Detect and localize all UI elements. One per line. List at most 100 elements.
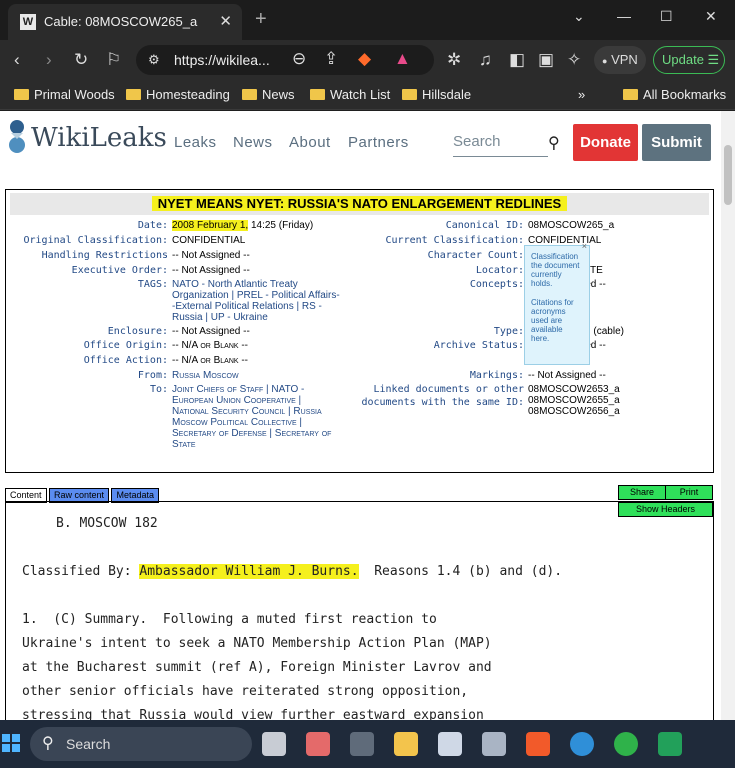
- bookmark-homesteading[interactable]: Homesteading: [126, 87, 230, 102]
- bookmark-label: Watch List: [330, 87, 391, 102]
- to-label: To:: [149, 384, 168, 395]
- scroll-thumb[interactable]: [724, 145, 732, 205]
- maximize-icon[interactable]: ☐: [660, 8, 673, 25]
- back-icon[interactable]: ‹: [14, 50, 20, 70]
- archive-status-label: Archive Status:: [433, 340, 524, 351]
- wallet-icon[interactable]: ▣: [538, 50, 554, 70]
- brave-browser-icon[interactable]: [526, 732, 550, 756]
- share-button[interactable]: Share: [618, 485, 666, 500]
- forward-icon[interactable]: ›: [46, 50, 52, 70]
- from-value[interactable]: Russia Moscow: [172, 370, 239, 381]
- task-view-icon[interactable]: [262, 732, 286, 756]
- update-button[interactable]: Update ☰: [653, 46, 725, 74]
- folder-icon: [242, 89, 257, 100]
- to-line: State: [172, 439, 196, 450]
- close-window-icon[interactable]: ✕: [705, 8, 717, 25]
- wikileaks-logo-text[interactable]: WikiLeaks: [31, 123, 167, 153]
- share-icon[interactable]: ⇪: [324, 49, 338, 69]
- classified-suffix: Reasons 1.4 (b) and (d).: [358, 564, 563, 579]
- tags-value[interactable]: NATO - North Atlantic Treaty Organizatio…: [172, 279, 340, 323]
- page-scrollbar[interactable]: [721, 111, 735, 720]
- bookmark-label: News: [262, 87, 295, 102]
- nav-partners[interactable]: Partners: [348, 134, 409, 151]
- tags-line: -External Political Relations | RS -: [172, 301, 322, 312]
- linked-doc: 08MOSCOW2655_a: [528, 395, 620, 406]
- character-count-label: Character Count:: [427, 250, 524, 261]
- leo-ai-icon[interactable]: ✧: [567, 50, 581, 70]
- to-line: National Security Council | Russia: [172, 406, 322, 417]
- calculator-icon[interactable]: [350, 732, 374, 756]
- evernote-icon[interactable]: [614, 732, 638, 756]
- close-tab-icon[interactable]: ✕: [219, 12, 232, 30]
- extensions-icon[interactable]: ✲: [447, 50, 461, 70]
- original-classification-label: Original Classification:: [23, 235, 169, 246]
- new-tab-icon[interactable]: +: [255, 8, 267, 31]
- tags-line: Organization | PREL - Political Affairs-: [172, 290, 340, 301]
- submit-button[interactable]: Submit: [642, 124, 711, 161]
- folder-icon: [402, 89, 417, 100]
- cable-content: B. MOSCOW 182 Classified By: Ambassador …: [5, 501, 714, 720]
- notepad-icon[interactable]: [438, 732, 462, 756]
- bookmark-primal-woods[interactable]: Primal Woods: [14, 87, 115, 102]
- locator-label: Locator:: [475, 265, 524, 276]
- nav-news[interactable]: News: [233, 134, 273, 151]
- browser-tab[interactable]: W Cable: 08MOSCOW265_a ✕: [8, 4, 242, 40]
- bookmarks-overflow[interactable]: »: [578, 87, 585, 102]
- site-settings-icon[interactable]: ⚙: [148, 50, 160, 70]
- brave-rewards-icon[interactable]: ▲: [394, 49, 411, 69]
- all-bookmarks[interactable]: All Bookmarks: [623, 87, 726, 102]
- bookmark-news[interactable]: News: [242, 87, 295, 102]
- classification-tooltip: × Classification the document currently …: [524, 242, 590, 365]
- vpn-button[interactable]: ● VPN: [594, 46, 646, 74]
- date-value: 2008 February 1, 14:25 (Friday): [172, 220, 313, 231]
- media-icon[interactable]: ♫: [479, 50, 492, 70]
- handling-restrictions-value: -- Not Assigned --: [172, 250, 250, 261]
- search-input[interactable]: Search: [453, 133, 548, 157]
- snipping-tool-icon[interactable]: [306, 732, 330, 756]
- donate-button[interactable]: Donate: [573, 124, 638, 161]
- body-line: Ukraine's intent to seek a NATO Membersh…: [22, 636, 492, 651]
- bookmark-hillsdale[interactable]: Hillsdale: [402, 87, 471, 102]
- linked-documents-label-2: documents with the same ID:: [361, 397, 524, 408]
- nav-leaks[interactable]: Leaks: [174, 134, 217, 151]
- tooltip-text-1: Classification the document currently ho…: [531, 252, 580, 288]
- classified-by-line: Classified By: Ambassador William J. Bur…: [22, 564, 562, 579]
- to-value[interactable]: Joint Chiefs of Staff | NATO - European …: [172, 384, 331, 450]
- edge-browser-icon[interactable]: [570, 732, 594, 756]
- folder-icon: [14, 89, 29, 100]
- wikileaks-hourglass-icon[interactable]: [8, 119, 26, 155]
- bookmark-label: Hillsdale: [422, 87, 472, 102]
- office-action-value: -- N/A or Blank --: [172, 355, 249, 366]
- close-icon[interactable]: ×: [582, 242, 587, 251]
- linked-doc: 08MOSCOW2656_a: [528, 406, 620, 417]
- minimize-icon[interactable]: —: [617, 8, 631, 24]
- handling-restrictions-label: Handling Restrictions: [41, 250, 168, 261]
- windows-start-icon[interactable]: [2, 734, 20, 752]
- to-line: European Union Cooperative |: [172, 395, 302, 406]
- print-button[interactable]: Print: [665, 485, 713, 500]
- current-classification-label: Current Classification:: [385, 235, 524, 246]
- browser-toolbar: ‹ › ↻ ⚐ ⚙ https://wikilea... ⊖ ⇪ ◆ ▲ ✲ ♫…: [0, 40, 735, 80]
- taskbar-search[interactable]: ⚲ Search: [30, 727, 252, 761]
- cable-metadata-box: NYET MEANS NYET: RUSSIA'S NATO ENLARGEME…: [5, 189, 714, 473]
- spreadsheet-app-icon[interactable]: [658, 732, 682, 756]
- zoom-icon[interactable]: ⊖: [292, 49, 306, 69]
- tab-search-chevron-icon[interactable]: ⌄: [573, 8, 585, 25]
- bookmark-label: All Bookmarks: [643, 87, 727, 102]
- brave-shields-icon[interactable]: ◆: [358, 49, 371, 69]
- search-icon[interactable]: ⚲: [548, 133, 560, 153]
- nav-about[interactable]: About: [289, 134, 331, 151]
- bookmark-icon[interactable]: ⚐: [106, 50, 121, 70]
- reload-icon[interactable]: ↻: [74, 50, 88, 70]
- sidebar-icon[interactable]: ◧: [509, 50, 525, 70]
- file-explorer-icon[interactable]: [394, 732, 418, 756]
- classified-name: Ambassador William J. Burns.: [139, 564, 359, 579]
- linked-documents-values[interactable]: 08MOSCOW2653_a 08MOSCOW2655_a 08MOSCOW26…: [528, 384, 620, 417]
- taskbar-search-label: Search: [66, 736, 111, 752]
- tooltip-text-2: Citations for acronyms used are availabl…: [531, 298, 574, 343]
- bookmark-watch-list[interactable]: Watch List: [310, 87, 390, 102]
- app-icon[interactable]: [482, 732, 506, 756]
- folder-icon: [126, 89, 141, 100]
- address-bar[interactable]: ⚙ https://wikilea... ⊖ ⇪ ◆ ▲: [136, 45, 434, 75]
- date-highlight: 2008 February 1,: [172, 220, 249, 231]
